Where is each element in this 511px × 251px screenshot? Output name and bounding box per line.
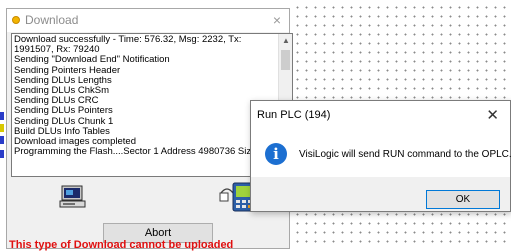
edge-marker [0,112,4,120]
edge-marker [0,150,4,158]
run-plc-body: i VisiLogic will send RUN command to the… [251,131,511,177]
run-plc-title: Run PLC (194) [257,109,331,121]
run-plc-dialog: Run PLC (194) ✕ i VisiLogic will send RU… [250,100,511,212]
download-titlebar[interactable]: Download × [7,9,289,32]
scroll-up-arrow-icon[interactable]: ▲ [282,36,290,45]
info-icon: i [265,143,287,165]
download-warning: This type of Download cannot be uploaded [9,239,234,251]
run-plc-close-icon[interactable]: ✕ [486,106,499,124]
download-window: Download × Download successfully - Time:… [6,8,293,251]
download-title: Download [25,13,79,27]
scroll-thumb[interactable] [281,50,290,70]
log-line: Download successfully - Time: 576.32, Ms… [14,34,242,56]
log-line: Programming the Flash....Sector 1 Addres… [14,146,265,158]
log-lines: Download successfully - Time: 576.32, Ms… [14,34,276,158]
edge-marker [0,124,4,132]
ok-button[interactable]: OK [426,190,500,209]
run-plc-message: VisiLogic will send RUN command to the O… [299,149,511,160]
pc-icon [59,185,86,208]
run-plc-titlebar[interactable]: Run PLC (194) ✕ [251,101,510,131]
download-close-icon[interactable]: × [273,12,281,28]
download-app-icon [12,16,20,24]
edge-marker [0,136,4,144]
